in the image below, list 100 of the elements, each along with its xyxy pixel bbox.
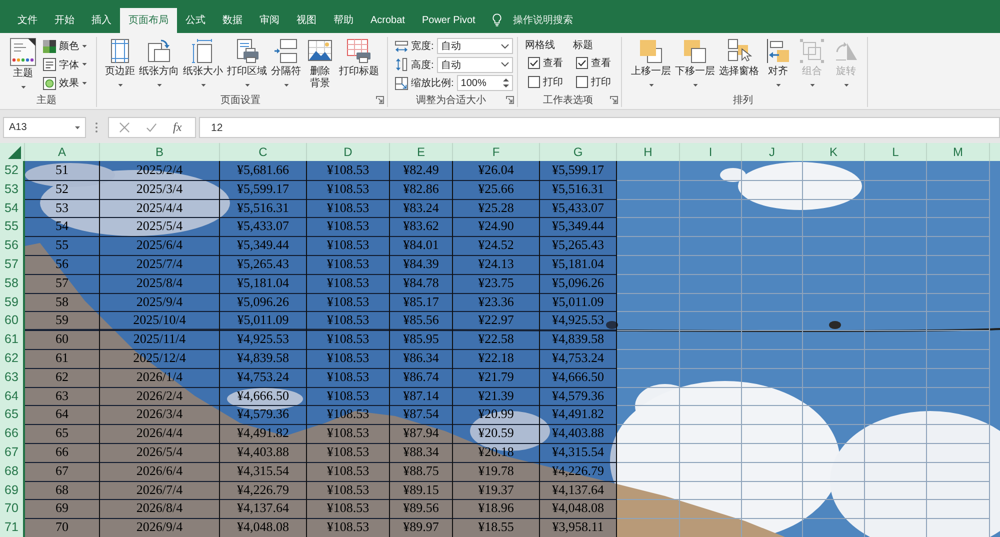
ribbon-button[interactable]: 对齐: [761, 37, 795, 87]
row-header[interactable]: 56: [0, 236, 25, 256]
ribbon-button[interactable]: 分隔符: [269, 37, 303, 87]
row-header[interactable]: 60: [0, 311, 25, 332]
checkbox[interactable]: [576, 57, 588, 70]
empty-cell: [680, 180, 742, 200]
ribbon-button[interactable]: 纸张方向: [137, 37, 181, 87]
table-cell: ¥108.53: [307, 424, 390, 444]
table-cell: ¥5,265.43: [540, 236, 617, 256]
ribbon-button[interactable]: 删除背景: [303, 37, 337, 90]
ribbon-tab[interactable]: 公式: [177, 8, 214, 33]
lightbulb-icon[interactable]: [492, 13, 502, 27]
row-header[interactable]: 62: [0, 348, 25, 369]
dialog-launcher-icon[interactable]: [610, 96, 618, 104]
row-header[interactable]: 52: [0, 161, 25, 181]
row-header[interactable]: 67: [0, 442, 25, 463]
empty-cell: [680, 368, 742, 388]
row-header[interactable]: 71: [0, 518, 25, 537]
table-cell: ¥4,403.88: [220, 442, 307, 463]
table-cell: ¥86.74: [390, 368, 453, 388]
row-header[interactable]: 57: [0, 254, 25, 275]
ribbon-tab[interactable]: 插入: [83, 8, 120, 33]
table-cell: 2025/11/4: [100, 330, 220, 350]
row-header[interactable]: 70: [0, 499, 25, 520]
ribbon-button[interactable]: 纸张大小: [181, 37, 225, 87]
ribbon-tab[interactable]: 审阅: [251, 8, 288, 33]
table-cell: ¥108.53: [307, 274, 390, 294]
vertical-dots-icon[interactable]: [95, 122, 98, 133]
row-header[interactable]: 66: [0, 424, 25, 444]
chevron-down-icon: [501, 44, 509, 49]
ribbon-tab[interactable]: 文件: [9, 8, 46, 33]
dialog-launcher-icon[interactable]: [376, 96, 384, 104]
empty-cell: [680, 236, 742, 256]
ribbon-button[interactable]: 打印区域: [225, 37, 269, 87]
ribbon-tab[interactable]: Acrobat: [362, 8, 414, 33]
row-header[interactable]: 55: [0, 217, 25, 238]
empty-cell: [742, 161, 803, 181]
tell-me-search-field[interactable]: 操作说明搜索: [502, 8, 583, 33]
ribbon-tab[interactable]: 数据: [214, 8, 251, 33]
spinner-arrows-icon[interactable]: [503, 77, 509, 90]
checkbox[interactable]: [576, 76, 588, 88]
row-header[interactable]: 68: [0, 462, 25, 482]
table-cell: ¥24.52: [453, 236, 540, 256]
check-icon[interactable]: [146, 122, 157, 133]
row-header[interactable]: 58: [0, 274, 25, 294]
dropdown-field[interactable]: 自动: [436, 56, 513, 73]
group-label: 排列: [733, 94, 753, 106]
empty-cell: [742, 254, 803, 275]
ribbon-button[interactable]: 选择窗格: [717, 37, 761, 78]
row-header[interactable]: 54: [0, 198, 25, 218]
cross-icon[interactable]: [119, 122, 130, 133]
row-header[interactable]: 61: [0, 330, 25, 350]
empty-cell: [927, 330, 990, 350]
spin-field[interactable]: 100%: [456, 75, 513, 92]
ribbon-button[interactable]: 上移一层: [629, 37, 673, 87]
ribbon-button[interactable]: 下移一层: [673, 37, 717, 87]
ribbon-button[interactable]: 打印标题: [337, 37, 381, 78]
select-all-triangle-icon[interactable]: [8, 146, 21, 159]
row-header[interactable]: 59: [0, 292, 25, 312]
theme-option-button[interactable]: 字体: [41, 56, 89, 74]
checkbox[interactable]: [528, 57, 540, 70]
circle-box-icon: [43, 76, 56, 90]
checkbox-label[interactable]: 打印: [543, 74, 563, 89]
dialog-launcher-icon[interactable]: [506, 96, 514, 104]
table-cell: ¥3,958.11: [540, 518, 617, 537]
ribbon-tab[interactable]: 帮助: [325, 8, 362, 33]
table-cell: ¥5,516.31: [220, 198, 307, 218]
name-box[interactable]: A13: [3, 117, 86, 138]
empty-cell: [803, 368, 865, 388]
checkbox-label[interactable]: 查看: [591, 56, 611, 70]
ribbon-tab[interactable]: 页面布局: [120, 8, 177, 33]
ribbon-button[interactable]: 页边距: [103, 37, 137, 87]
ribbon-tab[interactable]: Power Pivot: [413, 8, 484, 33]
dropdown-field[interactable]: 自动: [436, 38, 513, 54]
theme-option-button[interactable]: 颜色: [41, 37, 89, 56]
table-cell: 2025/5/4: [100, 217, 220, 238]
checkbox[interactable]: [528, 76, 540, 88]
row-header[interactable]: 53: [0, 180, 25, 200]
theme-option-button[interactable]: 效果: [41, 74, 89, 92]
empty-cell: [927, 161, 990, 181]
row-header[interactable]: 64: [0, 386, 25, 406]
empty-cell: [927, 254, 990, 275]
ribbon-tab[interactable]: 开始: [46, 8, 83, 33]
empty-cell: [680, 424, 742, 444]
height-arrows-icon: [395, 58, 408, 72]
table-cell: ¥108.53: [307, 499, 390, 520]
row-header[interactable]: 63: [0, 368, 25, 388]
table-cell: ¥108.53: [307, 442, 390, 463]
row-header[interactable]: 69: [0, 480, 25, 500]
empty-cell: [803, 424, 865, 444]
empty-cell: [742, 180, 803, 200]
insert-function-button[interactable]: fx: [173, 120, 182, 135]
row-header[interactable]: 65: [0, 405, 25, 426]
ribbon-tab[interactable]: 视图: [288, 8, 325, 33]
checkbox-label[interactable]: 打印: [591, 74, 611, 89]
theme-button[interactable]: 主题: [8, 37, 38, 89]
table-cell: ¥108.53: [307, 368, 390, 388]
formula-field[interactable]: 12: [199, 117, 1000, 138]
empty-cell: [803, 348, 865, 369]
checkbox-label[interactable]: 查看: [543, 56, 563, 70]
